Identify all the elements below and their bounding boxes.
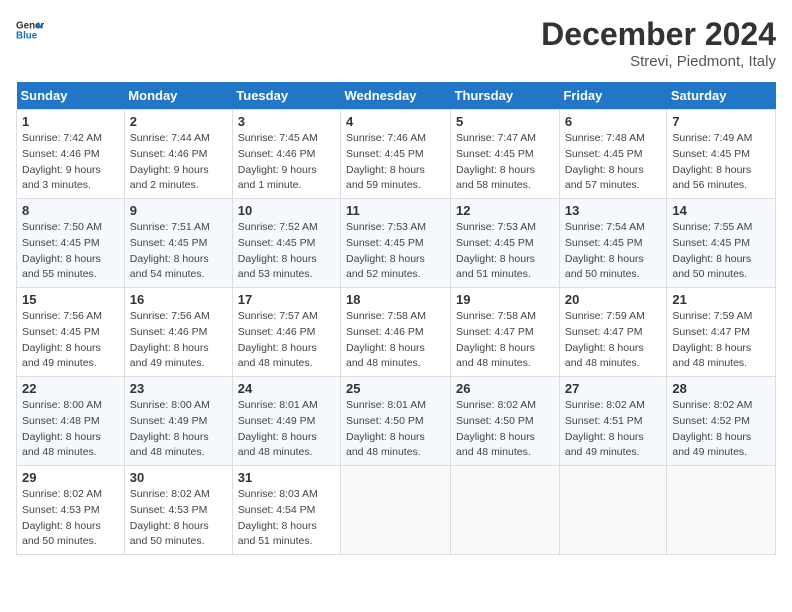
svg-text:Blue: Blue [16, 30, 38, 41]
table-row: 3Sunrise: 7:45 AMSunset: 4:46 PMDaylight… [232, 110, 340, 199]
col-saturday: Saturday [667, 82, 776, 110]
table-row: 22Sunrise: 8:00 AMSunset: 4:48 PMDayligh… [17, 377, 125, 466]
table-row: 6Sunrise: 7:48 AMSunset: 4:45 PMDaylight… [559, 110, 667, 199]
table-row [341, 466, 451, 555]
table-row: 28Sunrise: 8:02 AMSunset: 4:52 PMDayligh… [667, 377, 776, 466]
table-row: 27Sunrise: 8:02 AMSunset: 4:51 PMDayligh… [559, 377, 667, 466]
title-block: December 2024 Strevi, Piedmont, Italy [541, 16, 776, 70]
calendar-table: Sunday Monday Tuesday Wednesday Thursday… [16, 82, 776, 555]
table-row: 14Sunrise: 7:55 AMSunset: 4:45 PMDayligh… [667, 199, 776, 288]
generalblue-logo-icon: General Blue [16, 16, 44, 44]
location-subtitle: Strevi, Piedmont, Italy [541, 53, 776, 70]
table-row: 8Sunrise: 7:50 AMSunset: 4:45 PMDaylight… [17, 199, 125, 288]
table-row [667, 466, 776, 555]
table-row: 17Sunrise: 7:57 AMSunset: 4:46 PMDayligh… [232, 288, 340, 377]
table-row: 21Sunrise: 7:59 AMSunset: 4:47 PMDayligh… [667, 288, 776, 377]
table-row: 31Sunrise: 8:03 AMSunset: 4:54 PMDayligh… [232, 466, 340, 555]
table-row: 23Sunrise: 8:00 AMSunset: 4:49 PMDayligh… [124, 377, 232, 466]
table-row: 29Sunrise: 8:02 AMSunset: 4:53 PMDayligh… [17, 466, 125, 555]
table-row [559, 466, 667, 555]
page-header: General Blue December 2024 Strevi, Piedm… [16, 16, 776, 70]
col-tuesday: Tuesday [232, 82, 340, 110]
table-row: 16Sunrise: 7:56 AMSunset: 4:46 PMDayligh… [124, 288, 232, 377]
table-row [451, 466, 560, 555]
table-row: 1Sunrise: 7:42 AMSunset: 4:46 PMDaylight… [17, 110, 125, 199]
col-monday: Monday [124, 82, 232, 110]
table-row: 30Sunrise: 8:02 AMSunset: 4:53 PMDayligh… [124, 466, 232, 555]
table-row: 12Sunrise: 7:53 AMSunset: 4:45 PMDayligh… [451, 199, 560, 288]
table-row: 4Sunrise: 7:46 AMSunset: 4:45 PMDaylight… [341, 110, 451, 199]
table-row: 26Sunrise: 8:02 AMSunset: 4:50 PMDayligh… [451, 377, 560, 466]
col-sunday: Sunday [17, 82, 125, 110]
table-row: 15Sunrise: 7:56 AMSunset: 4:45 PMDayligh… [17, 288, 125, 377]
table-row: 24Sunrise: 8:01 AMSunset: 4:49 PMDayligh… [232, 377, 340, 466]
logo: General Blue [16, 16, 44, 44]
table-row: 11Sunrise: 7:53 AMSunset: 4:45 PMDayligh… [341, 199, 451, 288]
calendar-header-row: Sunday Monday Tuesday Wednesday Thursday… [17, 82, 776, 110]
table-row: 19Sunrise: 7:58 AMSunset: 4:47 PMDayligh… [451, 288, 560, 377]
table-row: 9Sunrise: 7:51 AMSunset: 4:45 PMDaylight… [124, 199, 232, 288]
table-row: 25Sunrise: 8:01 AMSunset: 4:50 PMDayligh… [341, 377, 451, 466]
table-row: 7Sunrise: 7:49 AMSunset: 4:45 PMDaylight… [667, 110, 776, 199]
col-thursday: Thursday [451, 82, 560, 110]
table-row: 10Sunrise: 7:52 AMSunset: 4:45 PMDayligh… [232, 199, 340, 288]
col-friday: Friday [559, 82, 667, 110]
month-title: December 2024 [541, 16, 776, 53]
col-wednesday: Wednesday [341, 82, 451, 110]
table-row: 5Sunrise: 7:47 AMSunset: 4:45 PMDaylight… [451, 110, 560, 199]
table-row: 13Sunrise: 7:54 AMSunset: 4:45 PMDayligh… [559, 199, 667, 288]
table-row: 2Sunrise: 7:44 AMSunset: 4:46 PMDaylight… [124, 110, 232, 199]
table-row: 18Sunrise: 7:58 AMSunset: 4:46 PMDayligh… [341, 288, 451, 377]
table-row: 20Sunrise: 7:59 AMSunset: 4:47 PMDayligh… [559, 288, 667, 377]
